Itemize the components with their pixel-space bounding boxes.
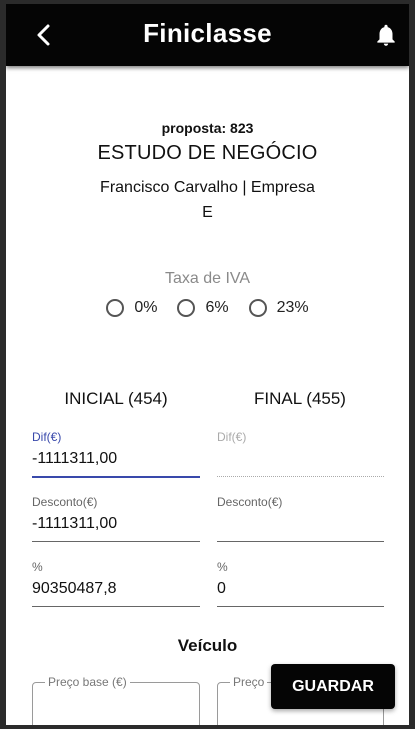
top-app-bar: Finiclasse xyxy=(6,4,409,66)
final-discount-input[interactable] xyxy=(217,509,384,542)
field-label: Preço xyxy=(230,675,268,689)
field-label: % xyxy=(217,560,228,574)
vat-option-label: 23% xyxy=(276,299,309,316)
final-discount-field[interactable]: Desconto(€) xyxy=(217,495,384,542)
final-percent-input[interactable]: 0 xyxy=(217,574,384,607)
client-name-continued: E xyxy=(202,204,213,221)
page-title: ESTUDO DE NEGÓCIO xyxy=(97,142,318,164)
initial-dif-field[interactable]: Dif(€) -1111311,00 xyxy=(32,430,200,478)
vehicle-section-title: Veículo xyxy=(177,636,238,655)
final-percent-field[interactable]: % 0 xyxy=(217,560,384,607)
final-dif-field: Dif(€) xyxy=(217,430,384,477)
app-frame: Finiclasse proposta: 823 ESTUDO DE NEGÓC… xyxy=(6,4,409,725)
initial-discount-field[interactable]: Desconto(€) -1111311,00 xyxy=(32,495,200,542)
field-label: Desconto(€) xyxy=(217,495,283,509)
app-title: Finiclasse xyxy=(143,18,272,48)
vat-rate-radio-group: 0% 6% 23% xyxy=(6,299,409,317)
vat-option-label: 6% xyxy=(205,299,229,316)
final-column-heading: FINAL (455) xyxy=(254,389,346,408)
vat-option-label: 0% xyxy=(134,299,158,316)
client-info: Francisco Carvalho | Empresa E xyxy=(6,175,409,225)
vat-rate-label: Taxa de IVA xyxy=(164,270,251,287)
radio-unchecked-icon[interactable] xyxy=(106,299,125,317)
vat-option-0[interactable]: 0% xyxy=(106,299,157,317)
initial-discount-input[interactable]: -1111311,00 xyxy=(32,509,200,542)
initial-percent-input[interactable]: 90350487,8 xyxy=(32,574,200,607)
field-label: Dif(€) xyxy=(217,430,247,444)
bell-icon[interactable] xyxy=(373,22,399,48)
proposal-header: proposta: 823 ESTUDO DE NEGÓCIO Francisc… xyxy=(6,120,409,225)
client-name: Francisco Carvalho | Empresa xyxy=(100,179,315,196)
vat-option-23[interactable]: 23% xyxy=(248,299,309,317)
initial-column-heading: INICIAL (454) xyxy=(64,389,168,408)
field-label: Desconto(€) xyxy=(32,495,98,509)
field-label: Preço base (€) xyxy=(45,675,130,689)
proposal-number: proposta: 823 xyxy=(161,120,254,136)
radio-unchecked-icon[interactable] xyxy=(177,299,196,317)
save-button[interactable]: GUARDAR xyxy=(271,664,395,709)
initial-percent-field[interactable]: % 90350487,8 xyxy=(32,560,200,607)
base-price-field[interactable]: Preço base (€) xyxy=(32,675,200,725)
initial-dif-input[interactable]: -1111311,00 xyxy=(32,444,200,478)
field-label: Dif(€) xyxy=(32,430,62,444)
vat-option-6[interactable]: 6% xyxy=(177,299,229,317)
field-label: % xyxy=(32,560,43,574)
final-dif-input xyxy=(217,444,384,477)
radio-unchecked-icon[interactable] xyxy=(248,299,267,317)
